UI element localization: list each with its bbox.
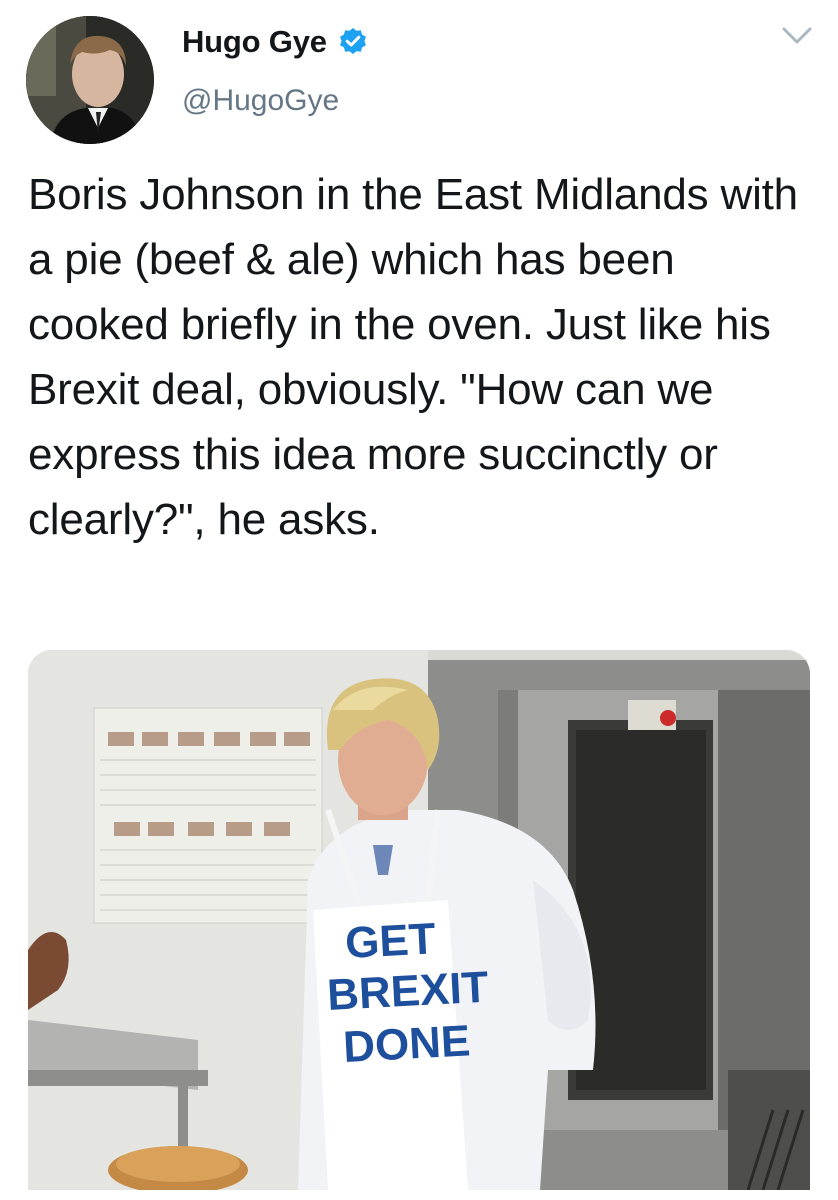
author-name-row: Hugo Gye	[182, 22, 369, 62]
chevron-down-icon[interactable]	[780, 24, 814, 48]
verified-badge-icon	[337, 26, 369, 58]
photo-image: GET BREXIT DONE	[28, 650, 810, 1190]
tweet-media-photo[interactable]: GET BREXIT DONE	[28, 650, 810, 1190]
author-handle[interactable]: @HugoGye	[182, 84, 369, 118]
apron-text-line-2: BREXIT	[326, 963, 490, 1020]
apron-text-line-1: GET	[344, 914, 437, 968]
apron-text-line-3: DONE	[342, 1016, 472, 1072]
author-avatar[interactable]	[26, 16, 154, 144]
author-display-name[interactable]: Hugo Gye	[182, 24, 327, 60]
avatar-photo	[26, 16, 154, 144]
tweet-text: Boris Johnson in the East Midlands with …	[28, 170, 798, 544]
author-info: Hugo Gye @HugoGye	[182, 22, 369, 118]
tweet: Hugo Gye @HugoGye Boris Johnson in the E…	[0, 0, 838, 1200]
